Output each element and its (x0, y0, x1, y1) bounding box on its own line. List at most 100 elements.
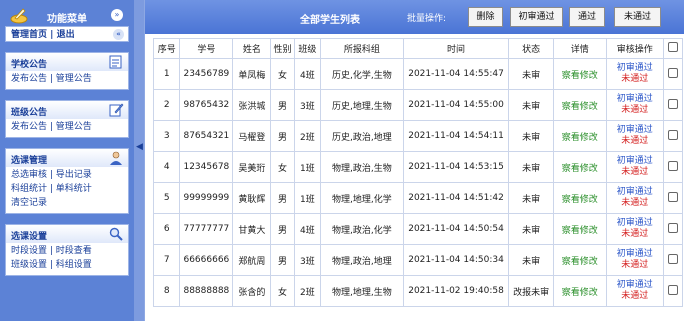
panel-links: 总选审核 | 导出记录 科组统计 | 单科统计 清空记录 (11, 170, 92, 208)
panel-title: 选课管理 (6, 149, 128, 167)
delete-button[interactable]: 删除 (468, 7, 503, 27)
cell-select (662, 89, 684, 121)
link-manage-class-notice[interactable]: 管理公告 (56, 122, 92, 132)
fail-link[interactable]: 未通过 (607, 136, 662, 147)
link-publish-school-notice[interactable]: 发布公告 (11, 74, 47, 84)
home-link[interactable]: 管理首页 (11, 30, 47, 40)
row-checkbox[interactable] (667, 191, 678, 202)
link-publish-class-notice[interactable]: 发布公告 (11, 122, 47, 132)
row-checkbox[interactable] (667, 284, 678, 295)
cell-student-id: 23456789 (179, 58, 234, 90)
first-pass-link[interactable]: 初审通过 (607, 63, 662, 74)
first-pass-link[interactable]: 初审通过 (607, 280, 662, 291)
row-checkbox[interactable] (667, 253, 678, 264)
col-detail: 详情 (552, 38, 607, 59)
first-pass-link[interactable]: 初审通过 (607, 249, 662, 260)
view-edit-link[interactable]: 察看修改 (562, 164, 598, 174)
cell-select (662, 213, 684, 245)
search-icon (109, 227, 123, 241)
link-manage-school-notice[interactable]: 管理公告 (56, 74, 92, 84)
select-all-checkbox[interactable] (667, 42, 678, 52)
fail-link[interactable]: 未通过 (607, 291, 662, 302)
table-row: 3 87654321 马櫂登 男 2班 历史,政治,地理 2021-11-04 … (152, 120, 684, 152)
link-clear-records[interactable]: 清空记录 (11, 198, 47, 208)
cell-status: 未审 (508, 89, 554, 121)
fail-link[interactable]: 未通过 (607, 105, 662, 116)
view-edit-link[interactable]: 察看修改 (562, 257, 598, 267)
first-pass-link[interactable]: 初审通过 (607, 187, 662, 198)
first-pass-link[interactable]: 初审通过 (607, 94, 662, 105)
edit-notice-icon (109, 103, 124, 117)
cell-no: 6 (152, 213, 181, 245)
row-checkbox[interactable] (667, 222, 678, 233)
cell-student-id: 99999999 (179, 182, 234, 214)
link-review-selection[interactable]: 总选审核 (11, 170, 47, 180)
cell-review: 初审通过 未通过 (605, 213, 664, 245)
first-pass-link[interactable]: 初审通过 (607, 218, 662, 229)
row-checkbox[interactable] (667, 129, 678, 140)
home-separator: | (50, 30, 54, 40)
link-group-stats[interactable]: 科组统计 (11, 184, 47, 194)
cell-time: 2021-11-04 14:50:34 (402, 244, 510, 276)
fail-link[interactable]: 未通过 (607, 167, 662, 178)
cell-select (662, 275, 684, 307)
cell-name: 张含的 (232, 275, 272, 307)
cell-gender: 女 (270, 151, 295, 183)
link-group-settings[interactable]: 科组设置 (56, 260, 92, 270)
row-checkbox[interactable] (667, 67, 678, 78)
collapse-panel-icon[interactable]: « (113, 29, 124, 40)
batch-label: 批量操作: (407, 14, 447, 24)
cell-status: 未审 (508, 58, 554, 90)
link-period-view[interactable]: 时段查看 (56, 246, 92, 256)
first-pass-link[interactable]: 初审通过 (607, 125, 662, 136)
link-period-settings[interactable]: 时段设置 (11, 246, 47, 256)
view-edit-link[interactable]: 察看修改 (562, 195, 598, 205)
link-export-records[interactable]: 导出记录 (56, 170, 92, 180)
col-name: 姓名 (232, 38, 272, 59)
link-subject-stats[interactable]: 单科统计 (56, 184, 92, 194)
cell-time: 2021-11-04 14:55:47 (402, 58, 510, 90)
table-row: 4 12345678 吴美珩 女 1班 物理,政治,生物 2021-11-04 … (152, 151, 684, 183)
col-subjects: 所报科组 (320, 38, 404, 59)
pass-button[interactable]: 通过 (569, 7, 605, 27)
first-pass-link[interactable]: 初审通过 (607, 156, 662, 167)
view-edit-link[interactable]: 察看修改 (562, 102, 598, 112)
view-edit-link[interactable]: 察看修改 (562, 226, 598, 236)
view-edit-link[interactable]: 察看修改 (562, 288, 598, 298)
first-pass-button[interactable]: 初审通过 (510, 7, 563, 27)
collapse-left-icon[interactable]: ◀ (136, 142, 143, 152)
cell-student-id: 87654321 (179, 120, 234, 152)
sidebar-splitter[interactable]: ◀ (134, 0, 144, 321)
link-class-settings[interactable]: 班级设置 (11, 260, 47, 270)
cell-name: 吴美珩 (232, 151, 272, 183)
fail-link[interactable]: 未通过 (607, 74, 662, 85)
cell-name: 郑航周 (232, 244, 272, 276)
table-row: 8 88888888 张含的 女 2班 物理,地理,生物 2021-11-02 … (152, 275, 684, 307)
cell-detail: 察看修改 (552, 244, 607, 276)
cell-select (662, 244, 684, 276)
row-checkbox[interactable] (667, 98, 678, 109)
cell-no: 4 (152, 151, 181, 183)
cell-time: 2021-11-04 14:50:54 (402, 213, 510, 245)
cell-subjects: 历史,地理,生物 (320, 89, 404, 121)
cell-class: 4班 (293, 58, 322, 90)
fail-link[interactable]: 未通过 (607, 198, 662, 209)
cell-name: 张洪城 (232, 89, 272, 121)
sidebar-title: 功能菜单 (47, 14, 87, 25)
col-review: 审核操作 (605, 38, 664, 59)
logout-link[interactable]: 退出 (57, 30, 75, 40)
collapse-menu-button[interactable]: » (111, 9, 123, 21)
fail-button[interactable]: 未通过 (614, 7, 661, 27)
sidebar: 功能菜单 » 管理首页 | 退出 « 学校公告 发布公告 | 管理公告 班级公告 (0, 0, 134, 321)
view-edit-link[interactable]: 察看修改 (562, 133, 598, 143)
cell-subjects: 物理,地理,化学 (320, 182, 404, 214)
cell-name: 马櫂登 (232, 120, 272, 152)
view-edit-link[interactable]: 察看修改 (562, 71, 598, 81)
cell-no: 3 (152, 120, 181, 152)
panel-title: 选课设置 (6, 225, 128, 243)
cell-select (662, 120, 684, 152)
fail-link[interactable]: 未通过 (607, 229, 662, 240)
cell-gender: 男 (270, 244, 295, 276)
fail-link[interactable]: 未通过 (607, 260, 662, 271)
row-checkbox[interactable] (667, 160, 678, 171)
